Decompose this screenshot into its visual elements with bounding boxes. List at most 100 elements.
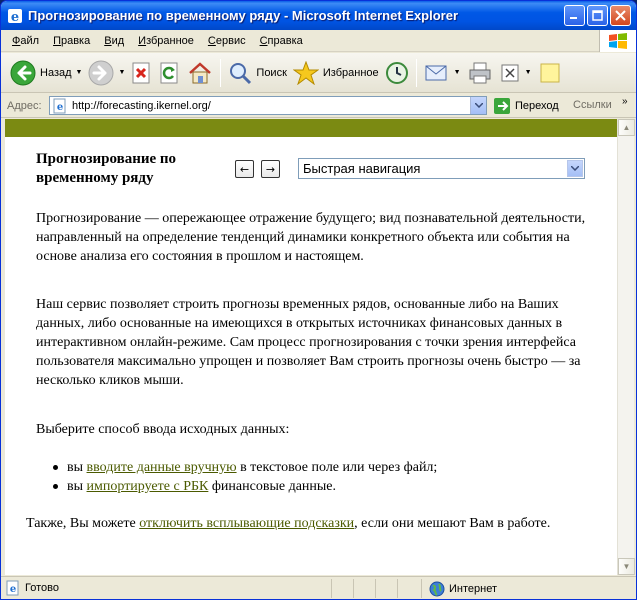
chevron-down-icon: ▼ [622, 562, 631, 571]
discuss-button[interactable] [535, 56, 565, 90]
go-label: Переход [515, 100, 559, 112]
manual-input-link[interactable]: вводите данные вручную [87, 460, 237, 475]
chevron-down-icon[interactable]: ▼ [118, 69, 125, 76]
title-bar[interactable]: e Прогнозирование по временному ряду - M… [1, 1, 636, 30]
refresh-button[interactable] [156, 56, 184, 90]
menu-tools[interactable]: Сервис [201, 35, 253, 47]
scroll-down-button[interactable]: ▼ [618, 558, 635, 575]
history-button[interactable] [382, 56, 412, 90]
list-item-text: в текстовое поле или через файл; [236, 460, 438, 475]
search-icon [230, 62, 252, 84]
menu-edit-label: равка [60, 34, 91, 47]
globe-icon [429, 581, 445, 597]
svg-text:e: e [57, 102, 63, 113]
menu-edit-accel: П [53, 34, 61, 47]
next-arrow-icon: → [265, 162, 276, 176]
status-bar: e Готово Интернет [1, 576, 636, 599]
go-arrow-icon [494, 98, 510, 114]
menu-help[interactable]: Справка [253, 35, 310, 47]
favorites-label: Избранное [322, 66, 379, 79]
address-url: http://forecasting.ikernel.org/ [72, 99, 211, 112]
home-icon [189, 61, 212, 83]
menu-favorites[interactable]: Избранное [131, 35, 201, 47]
history-icon [385, 61, 408, 84]
ie-logo-icon: e [8, 8, 22, 24]
stop-button[interactable] [128, 56, 156, 90]
next-page-button[interactable]: → [261, 160, 280, 178]
zone-label: Интернет [449, 583, 497, 595]
chevron-down-icon[interactable]: ▼ [76, 69, 83, 76]
forward-button[interactable]: ▼ [85, 56, 128, 90]
chevron-down-icon[interactable]: ▼ [454, 69, 461, 76]
menu-view[interactable]: Вид [97, 35, 131, 47]
browser-window: e Прогнозирование по временному ряду - M… [0, 0, 637, 600]
page-icon: e [53, 98, 66, 113]
page-title: Прогнозирование по временному ряду [36, 151, 177, 186]
menu-favorites-label: збранное [146, 34, 194, 47]
status-divider [397, 579, 398, 598]
printer-icon [469, 62, 491, 83]
page-viewport: Прогнозирование по временному ряду ← → Б… [5, 119, 617, 575]
note-icon [540, 63, 560, 82]
window-title: Прогнозирование по временному ряду - Mic… [28, 8, 459, 23]
svg-text:e: e [10, 584, 16, 595]
disable-tooltips-link[interactable]: отключить всплывающие подсказки [139, 516, 354, 531]
input-method-list: вы вводите данные вручную в текстовое по… [51, 458, 591, 496]
menu-tools-label: ервис [215, 34, 246, 47]
search-button[interactable]: Поиск [225, 56, 289, 90]
status-text: Готово [25, 582, 59, 594]
header-band [5, 119, 617, 137]
standard-toolbar: Назад ▼ ▼ Поиск Избранное ▼ ▼ [1, 53, 636, 93]
status-divider [353, 579, 354, 598]
prev-arrow-icon: ← [239, 162, 250, 176]
address-input[interactable]: e http://forecasting.ikernel.org/ [49, 96, 487, 115]
quick-navigation-dropdown-button[interactable] [567, 160, 583, 177]
menu-help-label: правка [267, 34, 303, 47]
back-label: Назад [40, 66, 72, 79]
links-toolbar[interactable]: Ссылки [573, 99, 612, 111]
menu-edit[interactable]: Правка [46, 35, 97, 47]
windows-flag-icon [599, 30, 636, 52]
mail-button[interactable]: ▼ [421, 56, 464, 90]
menu-file[interactable]: Файл [5, 35, 46, 47]
address-label: Адрес: [7, 99, 42, 112]
address-bar: Адрес: e http://forecasting.ikernel.org/… [1, 94, 636, 118]
search-label: Поиск [256, 66, 287, 79]
menu-view-label: ид [111, 34, 125, 47]
print-button[interactable] [464, 56, 496, 90]
page-content: Прогнозирование по временному ряду ← → Б… [5, 137, 617, 575]
footer-note: Также, Вы можете отключить всплывающие п… [26, 514, 586, 533]
chevron-right-icon[interactable]: » [622, 96, 628, 107]
star-icon [292, 60, 319, 85]
mail-icon [425, 65, 447, 80]
list-item: вы вводите данные вручную в текстовое по… [51, 458, 591, 477]
list-item: вы импортируете с РБК финансовые данные. [51, 477, 591, 496]
maximize-button[interactable] [587, 5, 608, 26]
scroll-up-button[interactable]: ▲ [618, 119, 635, 136]
vertical-scrollbar[interactable]: ▲ ▼ [617, 119, 635, 575]
quick-navigation-select[interactable]: Быстрая навигация [298, 158, 585, 179]
toolbar-separator [220, 58, 222, 87]
list-item-text: финансовые данные. [208, 479, 337, 494]
prev-page-button[interactable]: ← [235, 160, 254, 178]
menu-view-accel: В [104, 34, 112, 47]
refresh-icon [160, 62, 178, 83]
chevron-down-icon [474, 103, 483, 108]
close-button[interactable] [610, 5, 631, 26]
close-icon [615, 10, 626, 21]
maximize-icon [592, 10, 603, 21]
home-button[interactable] [184, 56, 216, 90]
chevron-down-icon[interactable]: ▼ [525, 69, 532, 76]
minimize-button[interactable] [564, 5, 585, 26]
go-button[interactable]: Переход [493, 97, 559, 115]
rbc-import-link[interactable]: импортируете с РБК [87, 479, 209, 494]
chevron-down-icon [571, 166, 579, 171]
toolbar-separator [415, 58, 417, 87]
edit-button[interactable]: ▼ [496, 56, 535, 90]
menu-help-accel: С [259, 34, 268, 47]
minimize-icon [570, 17, 577, 19]
favorites-button[interactable]: Избранное [290, 56, 382, 90]
status-divider [421, 579, 422, 598]
back-button[interactable]: Назад ▼ [7, 56, 85, 90]
address-dropdown-button[interactable] [470, 97, 486, 114]
